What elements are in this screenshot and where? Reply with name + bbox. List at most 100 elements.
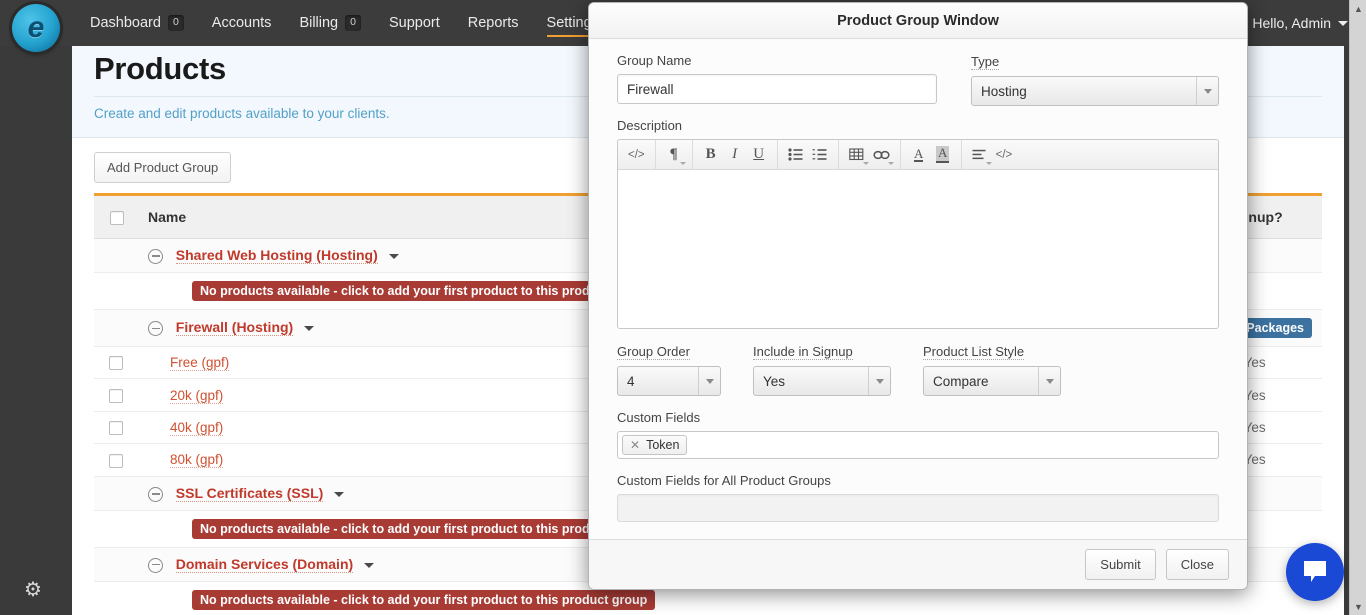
nav-label-dashboard: Dashboard: [90, 15, 161, 31]
row-checkbox[interactable]: [109, 388, 123, 403]
include-signup-label: Include in Signup: [753, 344, 853, 360]
scroll-up-icon[interactable]: ▲: [1350, 0, 1366, 17]
editor-group-paragraph: ¶: [656, 139, 693, 170]
include-signup-select[interactable]: Yes: [753, 366, 891, 396]
custom-fields-all-input[interactable]: [617, 494, 1219, 522]
custom-field-token[interactable]: ✕ Token: [622, 435, 688, 455]
chevron-down-icon: [1338, 20, 1348, 26]
no-products-badge[interactable]: No products available - click to add you…: [192, 518, 656, 539]
chevron-down-icon[interactable]: [363, 562, 374, 568]
row-check-cell: [94, 309, 138, 347]
table-icon[interactable]: [845, 143, 869, 167]
row-check-cell: [94, 378, 138, 412]
select-all-checkbox[interactable]: [110, 211, 124, 226]
italic-icon[interactable]: I: [723, 143, 747, 167]
row-check-cell: [94, 510, 138, 548]
html-icon[interactable]: </>: [992, 143, 1017, 167]
product-list-style-label: Product List Style: [923, 344, 1025, 360]
align-icon[interactable]: [968, 143, 992, 167]
group-name-field: Group Name: [617, 53, 937, 106]
editor-group-inline: B I U: [693, 139, 778, 170]
type-label: Type: [971, 54, 1000, 70]
chevron-down-icon: [698, 367, 720, 395]
underline-icon[interactable]: U: [747, 143, 771, 167]
editor-toolbar: </> ¶ B I U A A </>: [618, 139, 1218, 170]
row-checkbox[interactable]: [109, 356, 123, 371]
type-select-value: Hosting: [981, 83, 1027, 99]
product-list-style-select[interactable]: Compare: [923, 366, 1061, 396]
product-group-link[interactable]: SSL Certificates (SSL): [175, 484, 324, 502]
product-list-style-field: Product List Style Compare: [923, 343, 1061, 396]
ordered-list-icon[interactable]: [808, 143, 832, 167]
chevron-down-icon[interactable]: [334, 491, 345, 497]
page-scrollbar[interactable]: ▲ ▼: [1349, 0, 1366, 615]
product-link[interactable]: 40k (gpf): [170, 420, 224, 437]
nav-label-support: Support: [388, 15, 440, 31]
product-group-modal: Product Group Window Group Name Type Hos…: [588, 2, 1248, 590]
editor-group-lists: [778, 139, 839, 170]
nav-label-accounts: Accounts: [211, 15, 272, 31]
link-icon[interactable]: [869, 143, 894, 167]
row-check-cell: [94, 581, 138, 615]
chevron-down-icon[interactable]: [388, 253, 399, 259]
gear-icon[interactable]: ⚙: [22, 579, 44, 601]
row-checkbox[interactable]: [109, 421, 123, 436]
nav-item-billing[interactable]: Billing 0: [285, 0, 375, 46]
unordered-list-icon[interactable]: [784, 143, 808, 167]
no-products-badge[interactable]: No products available - click to add you…: [192, 589, 656, 610]
description-label: Description: [617, 118, 683, 133]
custom-fields-input[interactable]: ✕ Token: [617, 431, 1219, 459]
product-group-link[interactable]: Firewall (Hosting): [175, 319, 294, 337]
description-textarea[interactable]: [618, 170, 1218, 328]
custom-fields-all-field: Custom Fields for All Product Groups: [617, 473, 1219, 522]
product-group-link[interactable]: Domain Services (Domain): [175, 555, 354, 573]
main-nav-links: Dashboard 0 Accounts Billing 0 Support R…: [76, 0, 613, 46]
custom-fields-all-label: Custom Fields for All Product Groups: [617, 473, 831, 488]
modal-title: Product Group Window: [589, 3, 1247, 39]
app-root: e Dashboard 0 Accounts Billing 0 Support…: [0, 0, 1366, 615]
nav-item-accounts[interactable]: Accounts: [198, 0, 286, 46]
no-products-badge[interactable]: No products available - click to add you…: [192, 280, 656, 301]
nav-item-reports[interactable]: Reports: [454, 0, 533, 46]
row-check-cell: [94, 443, 138, 477]
collapse-minus-icon[interactable]: [148, 248, 163, 264]
nav-item-dashboard[interactable]: Dashboard 0: [76, 0, 198, 46]
close-icon[interactable]: ✕: [630, 438, 640, 452]
collapse-minus-icon[interactable]: [148, 486, 163, 502]
add-product-group-button[interactable]: Add Product Group: [94, 152, 232, 183]
scroll-down-icon[interactable]: ▼: [1350, 598, 1366, 615]
chat-bubble-button[interactable]: [1286, 543, 1344, 601]
highlight-color-icon[interactable]: A: [931, 143, 955, 167]
nav-badge-dashboard: 0: [167, 15, 184, 31]
group-name-input[interactable]: [617, 74, 937, 104]
product-link[interactable]: 80k (gpf): [170, 452, 224, 469]
chevron-down-icon[interactable]: [303, 326, 314, 332]
row-checkbox[interactable]: [109, 453, 123, 468]
product-group-link[interactable]: Shared Web Hosting (Hosting): [175, 247, 378, 264]
user-menu-label: Hello, Admin: [1252, 15, 1331, 31]
row-check-cell: [94, 476, 138, 511]
group-name-label: Group Name: [617, 53, 692, 68]
nav-item-support[interactable]: Support: [375, 0, 454, 46]
chevron-down-icon: [868, 367, 890, 395]
description-field: Description </> ¶ B I U A A </>: [617, 118, 1219, 329]
modal-body: Group Name Type Hosting Description: [589, 39, 1247, 539]
product-link[interactable]: 20k (gpf): [170, 387, 224, 404]
collapse-minus-icon[interactable]: [148, 321, 163, 337]
user-menu[interactable]: Hello, Admin: [1252, 9, 1348, 37]
product-link[interactable]: Free (gpf): [170, 355, 230, 372]
text-color-icon[interactable]: A: [907, 143, 931, 167]
collapse-minus-icon[interactable]: [148, 557, 163, 573]
custom-fields-label: Custom Fields: [617, 410, 701, 425]
type-select[interactable]: Hosting: [971, 76, 1219, 106]
brand-logo-icon[interactable]: e: [12, 4, 60, 52]
source-code-icon[interactable]: </>: [624, 143, 649, 167]
group-order-select[interactable]: 4: [617, 366, 721, 396]
submit-button[interactable]: Submit: [1085, 549, 1156, 580]
bold-icon[interactable]: B: [699, 143, 723, 167]
chat-bubble-icon: [1304, 561, 1326, 582]
include-signup-field: Include in Signup Yes: [753, 343, 891, 396]
paragraph-format-icon[interactable]: ¶: [662, 143, 686, 167]
row-check-cell: [94, 411, 138, 445]
close-button[interactable]: Close: [1165, 549, 1229, 580]
